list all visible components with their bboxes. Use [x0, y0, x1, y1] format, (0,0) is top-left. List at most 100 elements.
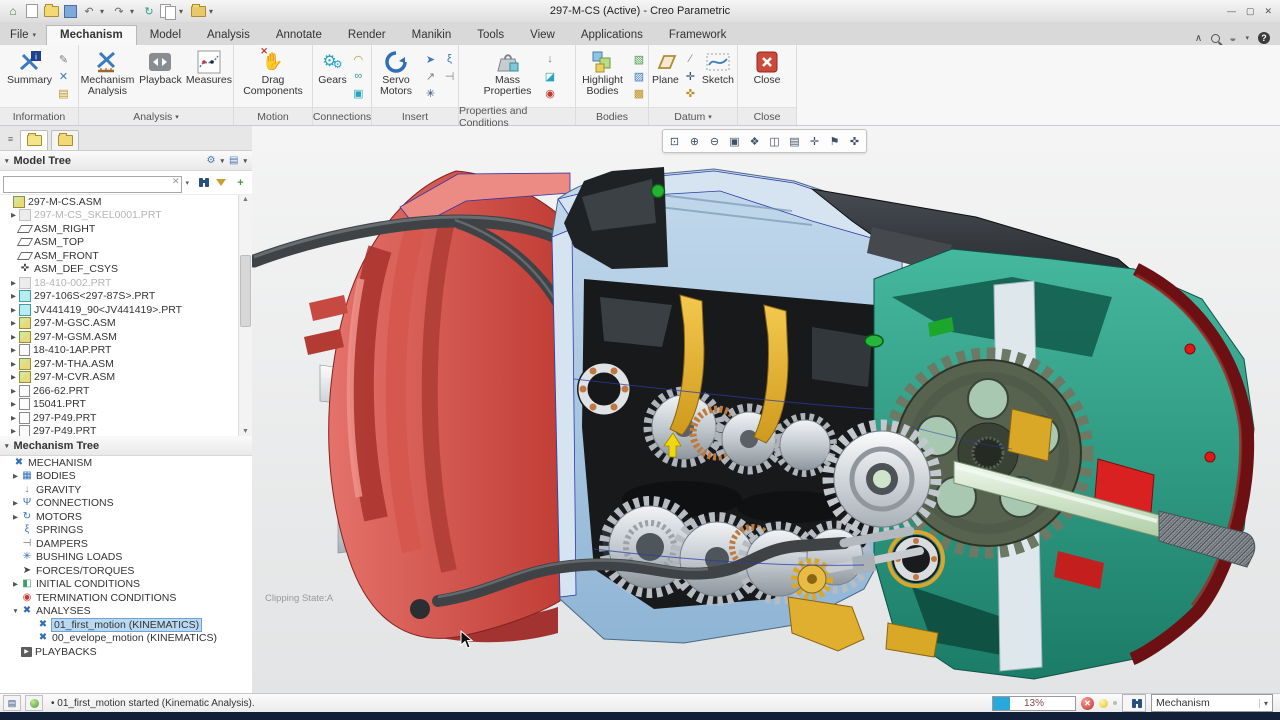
tree-item[interactable]: ▶PLAYBACKS — [0, 645, 252, 659]
tree-search-input[interactable] — [3, 176, 182, 193]
expand-arrow-icon[interactable]: ▶ — [8, 427, 19, 435]
highlight-bodies-button[interactable]: Highlight Bodies — [577, 47, 629, 107]
spring-icon[interactable]: ξ — [441, 51, 458, 67]
measures-button[interactable]: Measures — [185, 47, 233, 107]
filter-icon[interactable] — [212, 179, 229, 186]
window-switch-icon[interactable] — [160, 4, 176, 19]
expand-arrow-icon[interactable]: ▶ — [8, 400, 19, 408]
regenerate-icon[interactable]: ↻ — [141, 4, 157, 19]
axis-icon[interactable]: ∕ — [682, 51, 699, 67]
active-filter-select[interactable]: Mechanism ▾ — [1151, 694, 1273, 712]
display-style-icon[interactable]: ◫ — [765, 132, 784, 150]
servo-motors-button[interactable]: Servo Motors — [372, 47, 420, 107]
tree-item[interactable]: ▶18-410-002.PRT — [0, 276, 252, 290]
tree-item[interactable]: ✜ASM_DEF_CSYS — [0, 263, 252, 277]
tree-item[interactable]: ▶266-62.PRT — [0, 384, 252, 398]
viewport-3d-model[interactable] — [252, 126, 1280, 694]
window-caret-icon[interactable]: ▾ — [179, 7, 187, 16]
undo-caret-icon[interactable]: ▾ — [100, 7, 108, 16]
mass-properties-button[interactable]: Mass Properties — [476, 47, 540, 107]
tab-manikin[interactable]: Manikin — [399, 26, 465, 45]
qat-customize-caret-icon[interactable]: ▾ — [209, 7, 217, 16]
spin-center-icon[interactable]: ✜ — [845, 132, 864, 150]
belts-icon[interactable]: ∞ — [350, 68, 367, 84]
expand-arrow-icon[interactable]: ▶ — [8, 387, 19, 395]
new-file-icon[interactable] — [24, 4, 40, 19]
add-search-icon[interactable]: + — [232, 177, 249, 189]
scrollbar-thumb[interactable] — [240, 255, 251, 327]
search-options-caret-icon[interactable]: ▾ — [185, 179, 189, 187]
sketch-button[interactable]: Sketch — [701, 47, 735, 107]
damper-icon[interactable]: ⊣ — [441, 68, 458, 84]
file-menu-button[interactable]: File ▾ — [0, 26, 46, 45]
clear-search-icon[interactable]: ✕ — [172, 176, 180, 187]
tree-settings-icon[interactable]: ⚙ — [207, 155, 216, 166]
bushing-load-icon[interactable]: ✳ — [422, 85, 439, 101]
termination-conditions-icon[interactable]: ◉ — [542, 85, 559, 101]
help-icon[interactable]: ? — [1258, 32, 1270, 44]
tree-item[interactable]: ▶297-M-CS_SKEL0001.PRT — [0, 209, 252, 223]
navigator-grid-icon[interactable]: ≡ — [3, 130, 17, 148]
expand-arrow-icon[interactable]: ▶ — [8, 292, 19, 300]
tree-columns-caret-icon[interactable]: ▾ — [243, 157, 247, 165]
initial-conditions-icon[interactable]: ◪ — [542, 68, 559, 84]
tree-item[interactable]: ✖01_first_motion (KINEMATICS) — [0, 618, 252, 632]
tab-annotate[interactable]: Annotate — [263, 26, 335, 45]
zoom-out-icon[interactable]: ⊖ — [705, 132, 724, 150]
tree-item[interactable]: ➤FORCES/TORQUES — [0, 564, 252, 578]
tree-item[interactable]: ▶15041.PRT — [0, 398, 252, 412]
tree-item[interactable]: ▶▦BODIES — [0, 470, 252, 484]
tree-item[interactable]: ξSPRINGS — [0, 524, 252, 538]
minimize-button[interactable]: — — [1227, 6, 1236, 17]
close-window-icon[interactable] — [190, 4, 206, 19]
drag-components-button[interactable]: ✋ ✕ Drag Components — [239, 47, 307, 107]
drag-entity-icon[interactable]: ✎ — [55, 51, 72, 67]
maximize-button[interactable]: ▢ — [1246, 6, 1255, 17]
expand-arrow-icon[interactable]: ▶ — [10, 580, 21, 588]
expand-arrow-icon[interactable]: ▶ — [8, 373, 19, 381]
view-mode-caret-icon[interactable]: ▾ — [1245, 34, 1249, 42]
graphics-viewport[interactable]: ⊡ ⊕ ⊖ ▣ ❖ ◫ ▤ ✛ ⚑ ✜ Clipping State:A — [252, 126, 1280, 694]
tab-model[interactable]: Model — [137, 26, 194, 45]
tree-item[interactable]: 297-M-CS.ASM — [0, 195, 252, 209]
model-tree-scrollbar[interactable]: ▲ ▼ — [238, 195, 252, 436]
mechanism-analysis-button[interactable]: Mechanism Analysis — [79, 47, 136, 107]
point-icon[interactable]: ✛ — [682, 68, 699, 84]
force-motor-icon[interactable]: ➤ — [422, 51, 439, 67]
tree-item[interactable]: ASM_FRONT — [0, 249, 252, 263]
tab-framework[interactable]: Framework — [656, 26, 740, 45]
expand-arrow-icon[interactable]: ▶ — [8, 414, 19, 422]
tab-applications[interactable]: Applications — [568, 26, 656, 45]
home-icon[interactable]: ⌂ — [5, 4, 21, 19]
tab-render[interactable]: Render — [335, 26, 399, 45]
tree-item[interactable]: ASM_RIGHT — [0, 222, 252, 236]
tree-item[interactable]: ▼✖ANALYSES — [0, 605, 252, 619]
tree-settings-caret-icon[interactable]: ▾ — [221, 157, 225, 165]
report-icon[interactable]: ▤ — [55, 85, 72, 101]
body-definition-icon[interactable]: ▧ — [631, 51, 648, 67]
model-status-icon[interactable] — [25, 695, 43, 711]
stop-analysis-icon[interactable]: ✕ — [1081, 697, 1094, 710]
search-model-button[interactable] — [1122, 694, 1146, 712]
tree-item[interactable]: ▶↻MOTORS — [0, 510, 252, 524]
tab-view[interactable]: View — [517, 26, 568, 45]
mechanism-tree-collapse-icon[interactable]: ▾ — [5, 442, 9, 450]
tab-mechanism[interactable]: Mechanism — [46, 25, 137, 46]
view-mode-icon[interactable]: ◒ — [1229, 31, 1236, 45]
collapse-arrow-icon[interactable]: ▼ — [10, 608, 21, 615]
tab-tools[interactable]: Tools — [464, 26, 517, 45]
expand-arrow-icon[interactable]: ▶ — [8, 279, 19, 287]
tree-item[interactable]: ◉TERMINATION CONDITIONS — [0, 591, 252, 605]
csys-icon[interactable]: ✜ — [682, 85, 699, 101]
playback-button[interactable]: Playback — [138, 47, 183, 107]
summary-button[interactable]: i Summary — [6, 47, 53, 107]
named-views-icon[interactable]: ❖ — [745, 132, 764, 150]
find-icon[interactable] — [192, 178, 209, 187]
save-icon[interactable] — [62, 4, 78, 19]
tree-item[interactable]: ▶297-M-CVR.ASM — [0, 371, 252, 385]
tree-item[interactable]: ✖00_evelope_motion (KINEMATICS) — [0, 632, 252, 646]
group-label-analysis[interactable]: Analysis — [133, 111, 172, 123]
close-mechanism-button[interactable]: Close — [753, 47, 782, 107]
tree-item[interactable]: ▶297-M-GSC.ASM — [0, 317, 252, 331]
expand-arrow-icon[interactable]: ▶ — [8, 346, 19, 354]
